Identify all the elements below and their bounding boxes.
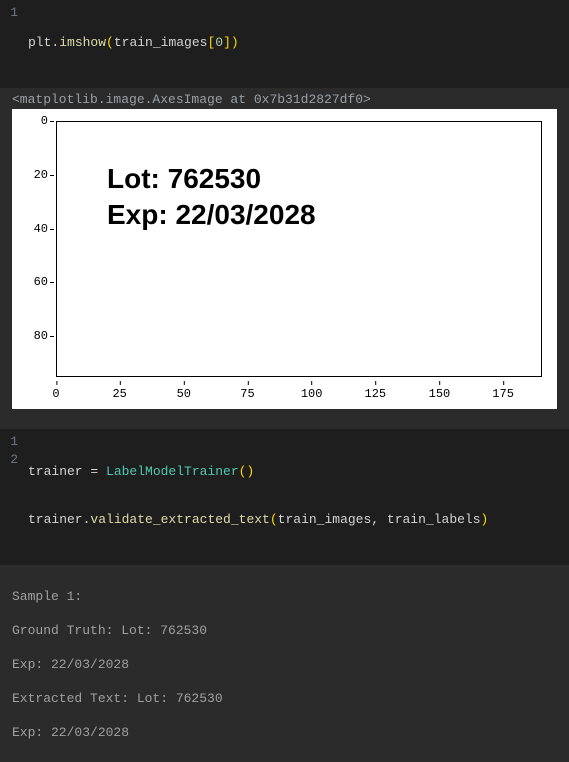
tok-obj: plt [28, 35, 51, 50]
image-content-line1: Lot: 762530 [107, 162, 261, 196]
matplotlib-figure: 0 20 40 60 80 Lot: 762530 Exp: 22/03/202… [12, 109, 557, 409]
x-tick: 75 [240, 387, 254, 401]
line-number: 1 [0, 433, 18, 451]
y-axis-ticks: 0 20 40 60 80 [12, 121, 52, 377]
y-tick: 60 [34, 275, 48, 289]
code-lines-1[interactable]: plt.imshow(train_images[0]) [28, 4, 569, 82]
image-content-line2: Exp: 22/03/2028 [107, 198, 316, 232]
code-area-2[interactable]: 1 2 trainer = LabelModelTrainer() traine… [0, 429, 569, 565]
plot-axes: Lot: 762530 Exp: 22/03/2028 [56, 121, 542, 377]
tok-arg2: train_labels [387, 512, 481, 527]
output-line: Exp: 22/03/2028 [12, 656, 557, 673]
tok-class: LabelModelTrainer [106, 464, 239, 479]
tok-arr: train_images [114, 35, 208, 50]
x-tick: 125 [364, 387, 386, 401]
code-lines-2[interactable]: trainer = LabelModelTrainer() trainer.va… [28, 433, 569, 559]
tok-lhs: trainer [28, 464, 83, 479]
tok-obj: trainer [28, 512, 83, 527]
tok-method: validate_extracted_text [90, 512, 269, 527]
code-area-1[interactable]: 1 plt.imshow(train_images[0]) [0, 0, 569, 88]
line-number: 2 [0, 451, 18, 469]
x-tick: 0 [52, 387, 59, 401]
output-text: Sample 1: Ground Truth: Lot: 762530 Exp:… [0, 565, 569, 762]
output-line: Exp: 22/03/2028 [12, 724, 557, 741]
y-tick: 40 [34, 222, 48, 236]
code-line[interactable]: trainer = LabelModelTrainer() [28, 463, 569, 481]
gutter-1: 1 [0, 4, 28, 82]
y-tick: 80 [34, 329, 48, 343]
code-line[interactable]: plt.imshow(train_images[0]) [28, 34, 569, 52]
x-tick: 150 [429, 387, 451, 401]
x-axis-ticks: 0 25 50 75 100 125 150 175 [56, 383, 542, 403]
tok-arg1: train_images [278, 512, 372, 527]
code-cell-1[interactable]: 1 plt.imshow(train_images[0]) [0, 0, 569, 88]
code-line[interactable]: trainer.validate_extracted_text(train_im… [28, 511, 569, 529]
tok-method: imshow [59, 35, 106, 50]
x-tick: 175 [492, 387, 514, 401]
gutter-2: 1 2 [0, 433, 28, 559]
x-tick: 100 [301, 387, 323, 401]
x-tick: 50 [177, 387, 191, 401]
y-tick: 0 [41, 114, 48, 128]
output-line: Ground Truth: Lot: 762530 [12, 622, 557, 639]
x-tick: 25 [112, 387, 126, 401]
y-tick: 20 [34, 168, 48, 182]
output-line: Sample 1: [12, 588, 557, 605]
code-cell-2[interactable]: 1 2 trainer = LabelModelTrainer() traine… [0, 429, 569, 565]
output-line: Extracted Text: Lot: 762530 [12, 690, 557, 707]
line-number: 1 [0, 4, 18, 22]
output-repr: <matplotlib.image.AxesImage at 0x7b31d28… [0, 88, 569, 109]
tok-idx: 0 [215, 35, 223, 50]
